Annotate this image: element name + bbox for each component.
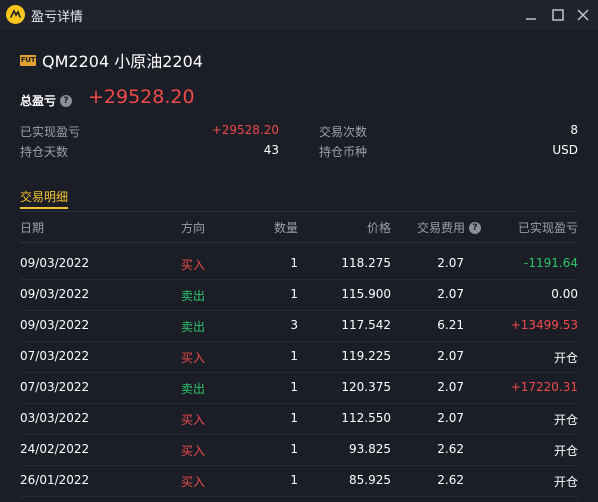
- cell-qty: 1: [290, 287, 298, 301]
- window-title: 盈亏详情: [31, 10, 84, 25]
- cell-direction: 买入: [181, 351, 206, 365]
- cell-qty: 1: [290, 442, 298, 456]
- cell-date: 26/01/2022: [20, 473, 90, 487]
- cell-price: 112.550: [341, 411, 391, 425]
- cell-direction: 买入: [181, 444, 206, 458]
- cell-price: 93.825: [349, 442, 391, 456]
- instrument-title: QM2204 小原油2204: [42, 52, 203, 71]
- tab-active-indicator: [20, 207, 68, 209]
- cell-date: 07/03/2022: [20, 349, 90, 363]
- header-qty: 数量: [273, 221, 298, 235]
- close-icon[interactable]: [574, 6, 592, 24]
- header-date: 日期: [20, 221, 45, 235]
- table-row[interactable]: 09/03/2022 卖出 3 117.542 6.21 +13499.53: [20, 310, 578, 342]
- cell-fee: 2.07: [437, 349, 464, 363]
- cell-date: 03/03/2022: [20, 411, 90, 425]
- header-price: 价格: [366, 221, 391, 235]
- table-row[interactable]: 26/01/2022 买入 1 85.925 2.62 开仓: [20, 465, 578, 497]
- tab-trade-details[interactable]: 交易明细: [20, 188, 68, 205]
- realized-pnl-label: 已实现盈亏: [20, 125, 81, 139]
- cell-qty: 1: [290, 411, 298, 425]
- cell-date: 09/03/2022: [20, 318, 90, 332]
- header-direction: 方向: [181, 221, 206, 235]
- cell-realized-pnl: -1191.64: [524, 256, 578, 270]
- cell-realized-pnl: +13499.53: [510, 318, 578, 332]
- holding-days-label: 持仓天数: [20, 145, 69, 159]
- table-row[interactable]: 07/03/2022 卖出 1 120.375 2.07 +17220.31: [20, 372, 578, 404]
- tab-divider: [20, 211, 578, 212]
- cell-fee: 2.07: [437, 411, 464, 425]
- cell-realized-pnl: 开仓: [553, 351, 578, 365]
- cell-realized-pnl: 开仓: [553, 444, 578, 458]
- cell-direction: 买入: [181, 475, 206, 489]
- cell-price: 117.542: [341, 318, 391, 332]
- cell-price: 118.275: [341, 256, 391, 270]
- cell-qty: 1: [290, 473, 298, 487]
- table-row[interactable]: 09/03/2022 买入 1 118.275 2.07 -1191.64: [20, 248, 578, 280]
- total-pnl-label-group: 总盈亏 ?: [20, 92, 73, 109]
- cell-price: 85.925: [349, 473, 391, 487]
- cell-date: 07/03/2022: [20, 380, 90, 394]
- cell-direction: 卖出: [181, 289, 206, 303]
- cell-realized-pnl: 开仓: [553, 475, 578, 489]
- cell-date: 09/03/2022: [20, 287, 90, 301]
- trade-count-label: 交易次数: [319, 125, 368, 139]
- fut-badge: FUT: [20, 54, 36, 66]
- currency-label: 持仓币种: [319, 145, 368, 159]
- cell-qty: 1: [290, 349, 298, 363]
- cell-date: 24/02/2022: [20, 442, 90, 456]
- maximize-icon[interactable]: [549, 6, 567, 24]
- cell-realized-pnl: 0.00: [551, 287, 578, 301]
- cell-date: 09/03/2022: [20, 256, 90, 270]
- title-bar: 盈亏详情: [0, 0, 598, 30]
- header-fee-group: 交易费用 ?: [400, 219, 481, 236]
- app-logo-icon: [6, 5, 25, 24]
- total-pnl-label: 总盈亏: [20, 94, 57, 108]
- total-pnl-value: +29528.20: [88, 86, 195, 108]
- cell-price: 120.375: [341, 380, 391, 394]
- header-fee: 交易费用: [416, 221, 465, 235]
- cell-qty: 1: [290, 256, 298, 270]
- header-realized-pnl: 已实现盈亏: [517, 221, 578, 235]
- cell-direction: 卖出: [181, 320, 206, 334]
- cell-direction: 买入: [181, 413, 206, 427]
- cell-direction: 买入: [181, 258, 206, 272]
- table-row[interactable]: 09/03/2022 卖出 1 115.900 2.07 0.00: [20, 279, 578, 311]
- cell-qty: 3: [290, 318, 298, 332]
- cell-direction: 卖出: [181, 382, 206, 396]
- cell-price: 119.225: [341, 349, 391, 363]
- cell-fee: 2.07: [437, 380, 464, 394]
- cell-price: 115.900: [341, 287, 391, 301]
- cell-fee: 6.21: [437, 318, 464, 332]
- cell-fee: 2.07: [437, 256, 464, 270]
- help-icon[interactable]: ?: [60, 94, 73, 107]
- realized-pnl-value: +29528.20: [211, 123, 279, 137]
- holding-days-value: 43: [263, 143, 279, 157]
- header-divider: [20, 242, 578, 243]
- cell-realized-pnl: 开仓: [553, 413, 578, 427]
- instrument-header: FUT QM2204 小原油2204: [20, 48, 203, 72]
- cell-fee: 2.07: [437, 287, 464, 301]
- cell-realized-pnl: +17220.31: [510, 380, 578, 394]
- minimize-icon[interactable]: [522, 6, 540, 24]
- cell-fee: 2.62: [437, 473, 464, 487]
- table-row[interactable]: 24/02/2022 买入 1 93.825 2.62 开仓: [20, 434, 578, 466]
- table-row[interactable]: 07/03/2022 买入 1 119.225 2.07 开仓: [20, 341, 578, 373]
- table-row[interactable]: 03/03/2022 买入 1 112.550 2.07 开仓: [20, 403, 578, 435]
- trade-count-value: 8: [570, 123, 578, 137]
- cell-qty: 1: [290, 380, 298, 394]
- cell-fee: 2.62: [437, 442, 464, 456]
- currency-value: USD: [552, 143, 578, 157]
